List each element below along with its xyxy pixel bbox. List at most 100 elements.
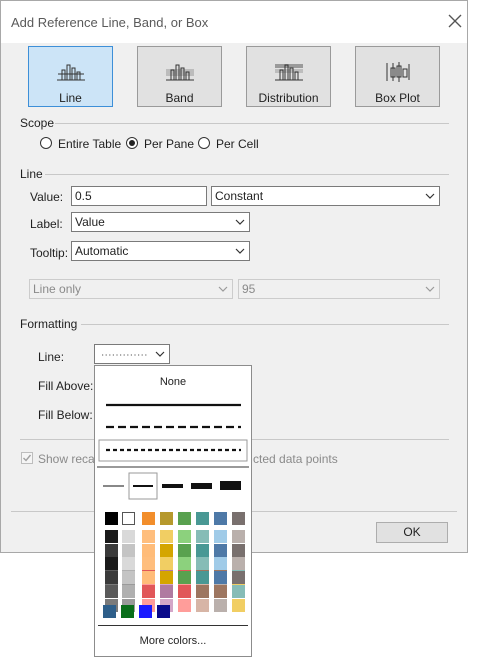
color-swatch[interactable] — [160, 571, 173, 584]
color-swatch[interactable] — [178, 571, 191, 584]
radio-per-pane[interactable] — [126, 137, 138, 149]
close-icon[interactable] — [447, 13, 463, 29]
color-swatch[interactable] — [214, 544, 227, 557]
color-swatch[interactable] — [142, 512, 155, 525]
tooltip-select[interactable]: Automatic — [71, 241, 250, 261]
color-swatch[interactable] — [122, 557, 135, 570]
color-swatch[interactable] — [105, 512, 118, 525]
chevron-down-icon — [425, 193, 435, 199]
label-label: Label: — [30, 217, 63, 231]
line-type-button[interactable]: Line — [28, 46, 113, 107]
fill-above-label: Fill Above: — [38, 379, 94, 393]
color-swatch[interactable] — [157, 605, 170, 618]
line-format-popup: None More colors... — [94, 365, 252, 657]
color-swatch[interactable] — [196, 512, 209, 525]
color-swatch[interactable] — [105, 571, 118, 584]
color-swatch[interactable] — [178, 544, 191, 557]
color-swatch[interactable] — [196, 530, 209, 543]
line-none-option[interactable]: None — [95, 376, 251, 388]
radio-entire-table-label: Entire Table — [58, 137, 122, 151]
color-swatch[interactable] — [178, 599, 191, 612]
color-swatch[interactable] — [160, 585, 173, 598]
color-swatch[interactable] — [105, 530, 118, 543]
line-divider — [45, 174, 449, 175]
chevron-down-icon — [235, 219, 245, 225]
band-type-button[interactable]: Band — [137, 46, 222, 107]
color-swatch[interactable] — [122, 530, 135, 543]
checkmark-icon — [23, 454, 32, 462]
color-swatch[interactable] — [122, 571, 135, 584]
color-swatch[interactable] — [160, 530, 173, 543]
color-swatch[interactable] — [142, 530, 155, 543]
color-swatch[interactable] — [178, 530, 191, 543]
color-swatch[interactable] — [142, 544, 155, 557]
color-swatch[interactable] — [178, 512, 191, 525]
radio-entire-table[interactable] — [40, 137, 52, 149]
ok-button[interactable]: OK — [376, 522, 448, 543]
color-swatch[interactable] — [160, 512, 173, 525]
color-swatch[interactable] — [178, 585, 191, 598]
color-swatch[interactable] — [232, 599, 245, 612]
color-swatch[interactable] — [178, 557, 191, 570]
color-swatch[interactable] — [214, 599, 227, 612]
more-colors-link[interactable]: More colors... — [95, 635, 251, 647]
distribution-type-button[interactable]: Distribution — [246, 46, 331, 107]
title-bar: Add Reference Line, Band, or Box — [1, 1, 467, 43]
line-pattern-options — [97, 403, 249, 500]
color-swatch[interactable] — [196, 599, 209, 612]
recalc-checkbox — [21, 452, 33, 464]
label-select[interactable]: Value — [71, 212, 250, 232]
color-swatch[interactable] — [105, 544, 118, 557]
color-swatch[interactable] — [160, 544, 173, 557]
value-input[interactable]: 0.5 — [71, 186, 207, 206]
weight-4-option — [191, 483, 212, 489]
box-plot-type-button[interactable]: Box Plot — [355, 46, 440, 107]
color-swatch[interactable] — [122, 512, 135, 525]
recalc-label-right: cted data points — [253, 452, 338, 466]
color-swatch[interactable] — [196, 544, 209, 557]
chevron-down-icon — [235, 248, 245, 254]
line-heading: Line — [20, 167, 43, 181]
confidence-select: 95 — [238, 279, 440, 299]
color-swatch[interactable] — [232, 571, 245, 584]
color-swatch[interactable] — [142, 557, 155, 570]
color-swatch[interactable] — [105, 557, 118, 570]
color-swatch[interactable] — [232, 585, 245, 598]
chevron-down-icon — [155, 351, 165, 357]
fill-below-label: Fill Below: — [38, 408, 93, 422]
color-swatch[interactable] — [232, 512, 245, 525]
color-swatch[interactable] — [196, 585, 209, 598]
color-swatch[interactable] — [160, 557, 173, 570]
color-swatch[interactable] — [196, 557, 209, 570]
color-swatch[interactable] — [232, 544, 245, 557]
color-swatch[interactable] — [142, 585, 155, 598]
scope-divider — [55, 123, 449, 124]
color-swatch[interactable] — [214, 530, 227, 543]
color-swatch[interactable] — [142, 571, 155, 584]
reference-line-icon — [57, 64, 85, 81]
formatting-divider — [81, 324, 449, 325]
line-style-select[interactable] — [94, 344, 170, 364]
color-swatch[interactable] — [232, 530, 245, 543]
color-swatch[interactable] — [121, 605, 134, 618]
value-label: Value: — [30, 190, 64, 204]
color-swatch[interactable] — [214, 557, 227, 570]
color-swatch[interactable] — [103, 605, 116, 618]
tooltip-label: Tooltip: — [30, 246, 69, 260]
weight-3-option — [162, 484, 183, 488]
radio-per-cell-label: Per Cell — [216, 137, 259, 151]
color-swatch[interactable] — [214, 571, 227, 584]
color-swatch[interactable] — [214, 585, 227, 598]
line-only-select: Line only — [29, 279, 233, 299]
weight-5-option — [220, 481, 241, 490]
color-swatch[interactable] — [214, 512, 227, 525]
color-swatch[interactable] — [139, 605, 152, 618]
color-swatch[interactable] — [232, 557, 245, 570]
color-swatch[interactable] — [122, 585, 135, 598]
color-swatch[interactable] — [196, 571, 209, 584]
color-swatch[interactable] — [105, 585, 118, 598]
value-type-text: Constant — [215, 189, 264, 203]
color-swatch[interactable] — [122, 544, 135, 557]
value-type-select[interactable]: Constant — [211, 186, 440, 206]
radio-per-cell[interactable] — [198, 137, 210, 149]
